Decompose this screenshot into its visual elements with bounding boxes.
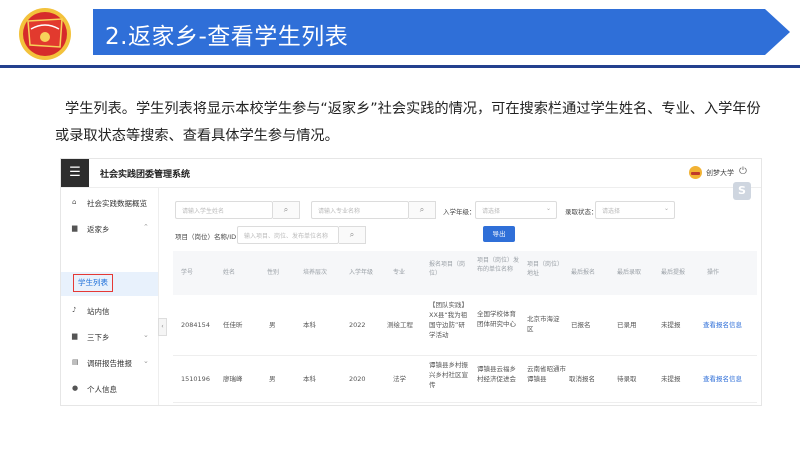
chevron-down-icon: ⌄	[663, 205, 669, 212]
year-filter-label: 入学年级：	[443, 208, 476, 216]
major-input[interactable]: 请输入专业名称	[311, 201, 409, 219]
sidebar-item-return-home[interactable]: ▆ 返家乡 ⌃	[61, 218, 158, 240]
search-icon[interactable]: ⌕	[273, 201, 300, 219]
header-divider	[0, 65, 800, 68]
header-publisher: 项目（岗位）发布的单位名称	[477, 257, 520, 273]
sidebar-item-overview[interactable]: ⌂ 社会实践数据概览	[61, 192, 158, 214]
header-last-admit: 最后录取	[617, 269, 642, 276]
main-content: 请输入学生姓名 ⌕ 请输入专业名称 ⌕ 入学年级： 请选择 ⌄ 录取状态： 请选…	[165, 188, 761, 405]
sidebar-item-profile[interactable]: ● 个人信息	[61, 378, 158, 400]
sidebar-item-messages[interactable]: ♪ 站内信	[61, 300, 158, 322]
header-major: 专业	[393, 269, 406, 276]
intro-paragraph: 学生列表。学生列表将显示本校学生参与“返家乡”社会实践的情况，可在搜索栏通过学生…	[55, 101, 761, 144]
chevron-down-icon: ⌄	[143, 357, 149, 365]
sidebar-item-research-report[interactable]: ▤ 调研报告推报 ⌄	[61, 352, 158, 374]
youth-league-logo	[18, 7, 72, 61]
header-last-signup: 最后报名	[571, 269, 596, 276]
table-row: 2084154 任佳昕 男 本科 2022 测绘工程 【团队实践】XX县“我为祖…	[173, 295, 757, 356]
app-screenshot: ☰ 社会实践团委管理系统 创梦大学 ⏻ ⌂ 社会实践数据概览 ▆ 返家乡 ⌃ 学…	[60, 158, 762, 406]
system-name: 社会实践团委管理系统	[100, 170, 191, 180]
year-select[interactable]: 请选择 ⌄	[475, 201, 557, 219]
university-name[interactable]: 创梦大学	[706, 168, 734, 178]
header-year: 入学年级	[349, 269, 374, 276]
app-topbar: ☰ 社会实践团委管理系统 创梦大学 ⏻	[61, 159, 761, 188]
chevron-down-icon: ⌄	[545, 205, 551, 212]
export-button[interactable]: 导出	[483, 226, 515, 242]
title-banner: 2.返家乡-查看学生列表	[93, 9, 790, 55]
project-filter-label: 项目（岗位）名称/ID：	[175, 233, 243, 241]
float-action-icon[interactable]: S	[733, 182, 751, 200]
bell-icon: ♪	[72, 306, 77, 314]
university-logo-icon	[689, 166, 702, 179]
header-name: 姓名	[223, 269, 236, 276]
header-level: 培养层次	[303, 269, 328, 276]
hamburger-icon[interactable]: ☰	[61, 159, 89, 187]
view-signup-link[interactable]: 查看报名信息	[703, 374, 742, 384]
briefcase-icon: ▆	[72, 332, 78, 340]
sidebar-subitem-label: 学生列表	[73, 274, 113, 292]
sidebar: ⌂ 社会实践数据概览 ▆ 返家乡 ⌃ 学生列表 ♪ 站内信 ▆ 三下乡 ⌄ ▤ …	[61, 188, 159, 405]
view-signup-link[interactable]: 查看报名信息	[703, 320, 742, 330]
sidebar-subitem-student-list[interactable]: 学生列表	[61, 272, 158, 296]
briefcase-icon: ▆	[72, 224, 78, 232]
user-icon: ●	[72, 384, 79, 392]
slide-title: 2.返家乡-查看学生列表	[105, 24, 349, 50]
student-name-input[interactable]: 请输入学生姓名	[175, 201, 273, 219]
table-header: 学号 姓名 性别 培养层次 入学年级 专业 报名项目（岗位） 项目（岗位）发布的…	[173, 251, 757, 295]
header-student-id: 学号	[181, 269, 194, 276]
search-icon[interactable]: ⌕	[339, 226, 366, 244]
chevron-up-icon: ⌃	[143, 223, 149, 231]
header-project: 报名项目（岗位）	[429, 261, 466, 277]
header-last-submit: 最后提报	[661, 269, 686, 276]
chevron-down-icon: ⌄	[143, 331, 149, 339]
sidebar-item-system[interactable]: ⚙ 系统 ⌄	[61, 402, 158, 405]
status-filter-label: 录取状态：	[565, 208, 598, 216]
home-icon: ⌂	[72, 198, 77, 206]
header-gender: 性别	[267, 269, 280, 276]
table-row: 1510196 廖瑞峰 男 本科 2020 法学 谭镇县乡村振兴乡村社区宣传 谭…	[173, 356, 757, 403]
header-address: 项目（岗位）地址	[527, 261, 564, 277]
search-icon[interactable]: ⌕	[409, 201, 436, 219]
sidebar-item-three-rural[interactable]: ▆ 三下乡 ⌄	[61, 326, 158, 348]
status-select[interactable]: 请选择 ⌄	[595, 201, 675, 219]
report-icon: ▤	[72, 358, 79, 366]
power-icon[interactable]: ⏻	[739, 166, 747, 177]
project-input[interactable]: 输入项目、岗位、发布单位名称	[237, 226, 339, 244]
header-actions: 操作	[707, 269, 720, 276]
